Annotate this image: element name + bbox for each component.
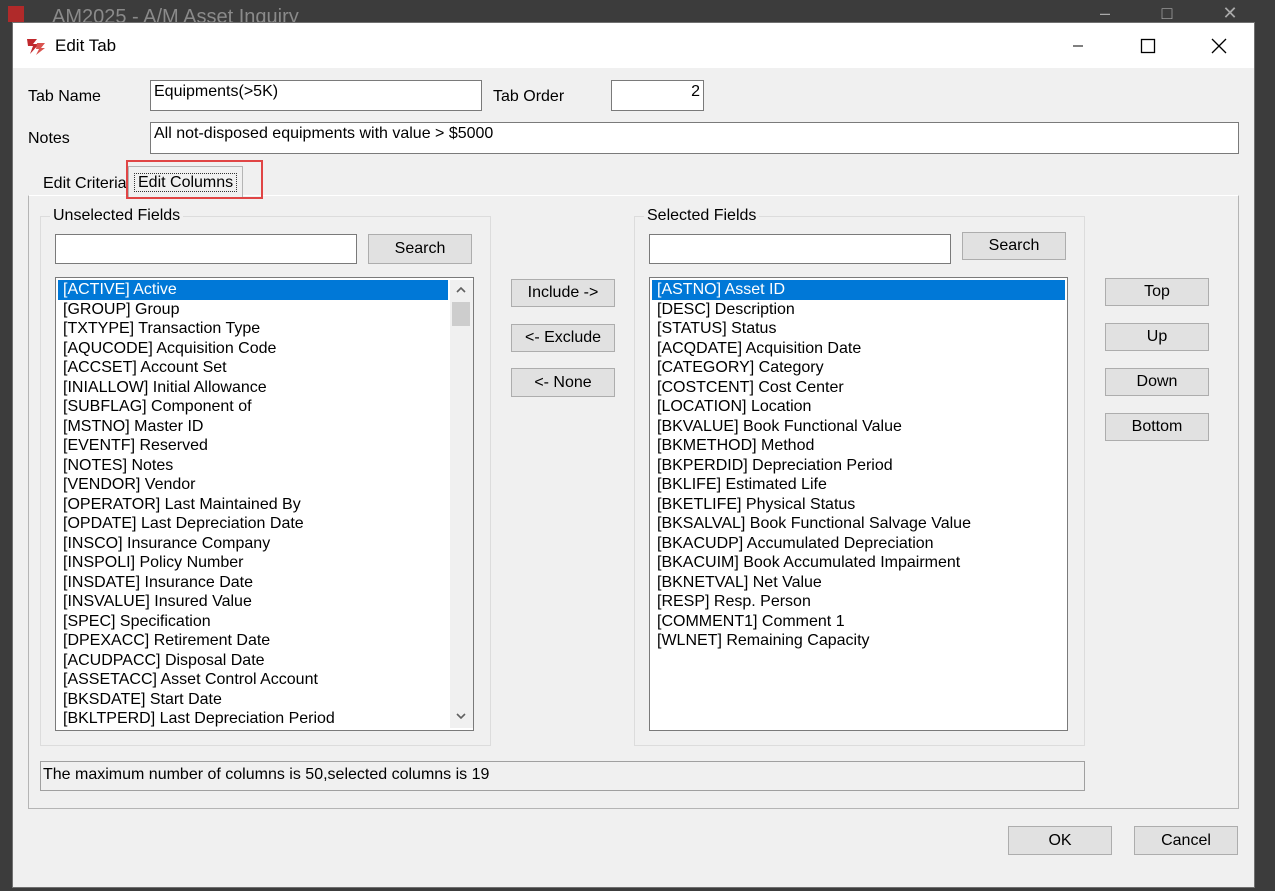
list-item[interactable]: [INSDATE] Insurance Date	[58, 573, 448, 593]
ok-button[interactable]: OK	[1008, 826, 1112, 855]
list-item[interactable]: [ACTIVE] Active	[58, 280, 448, 300]
app-icon	[26, 37, 46, 55]
unselected-scrollbar[interactable]	[450, 280, 473, 728]
list-item[interactable]: [BKSDATE] Start Date	[58, 690, 448, 710]
list-item[interactable]: [BKVALUE] Book Functional Value	[652, 417, 1065, 437]
unselected-search-input[interactable]	[55, 234, 357, 264]
down-button[interactable]: Down	[1105, 368, 1209, 396]
tab-order-label: Tab Order	[493, 88, 565, 105]
close-icon	[1211, 38, 1227, 53]
notes-field[interactable]: All not-disposed equipments with value >…	[150, 122, 1239, 154]
list-item[interactable]: [DPEXACC] Retirement Date	[58, 631, 448, 651]
selected-search-input[interactable]	[649, 234, 951, 264]
list-item[interactable]: [ASTNO] Asset ID	[652, 280, 1065, 300]
selected-search-button[interactable]: Search	[962, 232, 1066, 260]
list-item[interactable]: [SUBFLAG] Component of	[58, 397, 448, 417]
notes-label: Notes	[28, 130, 70, 147]
cancel-button[interactable]: Cancel	[1134, 826, 1238, 855]
list-item[interactable]: [BKPERDID] Depreciation Period	[652, 456, 1065, 476]
list-item[interactable]: [BKSALVAL] Book Functional Salvage Value	[652, 514, 1065, 534]
scroll-down-button[interactable]	[450, 706, 472, 726]
tab-name-field[interactable]: Equipments(>5K)	[150, 80, 482, 111]
exclude-button[interactable]: <- Exclude	[511, 324, 615, 352]
scroll-down-icon	[456, 713, 466, 719]
background-maximize-icon[interactable]: □	[1152, 4, 1182, 22]
list-item[interactable]: [RESP] Resp. Person	[652, 592, 1065, 612]
background-app-icon	[8, 6, 24, 22]
close-button[interactable]	[1196, 23, 1242, 68]
list-item[interactable]: [LOCATION] Location	[652, 397, 1065, 417]
list-item[interactable]: [ASSETACC] Asset Control Account	[58, 670, 448, 690]
unselected-fields-label: Unselected Fields	[50, 207, 184, 225]
maximize-button[interactable]	[1125, 23, 1171, 68]
list-item[interactable]: [OPDATE] Last Depreciation Date	[58, 514, 448, 534]
tab-order-field[interactable]: 2	[611, 80, 704, 111]
list-item[interactable]: [OPERATOR] Last Maintained By	[58, 495, 448, 515]
dialog-titlebar: Edit Tab	[13, 23, 1254, 68]
list-item[interactable]: [ACUDPACC] Disposal Date	[58, 651, 448, 671]
list-item[interactable]: [TXTYPE] Transaction Type	[58, 319, 448, 339]
list-item[interactable]: [ACCSET] Account Set	[58, 358, 448, 378]
background-minimize-icon[interactable]: –	[1090, 4, 1120, 22]
list-item[interactable]: [BKLTPERD] Last Depreciation Period	[58, 709, 448, 729]
list-item[interactable]: [ACQDATE] Acquisition Date	[652, 339, 1065, 359]
list-item[interactable]: [COSTCENT] Cost Center	[652, 378, 1065, 398]
edit-tab-dialog: Edit Tab Tab Name Equipments(>5K) Tab Or…	[12, 22, 1255, 888]
minimize-icon	[1073, 45, 1083, 46]
background-close-icon[interactable]: ✕	[1215, 4, 1245, 22]
list-item[interactable]: [BKACUDP] Accumulated Depreciation	[652, 534, 1065, 554]
list-item[interactable]: [VENDOR] Vendor	[58, 475, 448, 495]
list-item[interactable]: [GROUP] Group	[58, 300, 448, 320]
list-item[interactable]: [INSPOLI] Policy Number	[58, 553, 448, 573]
list-item[interactable]: [SPEC] Specification	[58, 612, 448, 632]
include-button[interactable]: Include ->	[511, 279, 615, 307]
selected-fields-label: Selected Fields	[644, 207, 760, 225]
highlight-box	[126, 160, 263, 199]
list-item[interactable]: [INSVALUE] Insured Value	[58, 592, 448, 612]
list-item[interactable]: [BKLIFE] Estimated Life	[652, 475, 1065, 495]
list-item[interactable]: [EVENTF] Reserved	[58, 436, 448, 456]
up-button[interactable]: Up	[1105, 323, 1209, 351]
top-button[interactable]: Top	[1105, 278, 1209, 306]
selected-fields-list[interactable]: [ASTNO] Asset ID [DESC] Description [STA…	[649, 277, 1068, 731]
list-item[interactable]: [COMMENT1] Comment 1	[652, 612, 1065, 632]
list-item[interactable]: [STATUS] Status	[652, 319, 1065, 339]
list-item[interactable]: [BKACUIM] Book Accumulated Impairment	[652, 553, 1065, 573]
list-item[interactable]: [MSTNO] Master ID	[58, 417, 448, 437]
list-item[interactable]: [BKMETHOD] Method	[652, 436, 1065, 456]
list-item[interactable]: [CATEGORY] Category	[652, 358, 1065, 378]
selected-items: [ASTNO] Asset ID [DESC] Description [STA…	[652, 280, 1065, 651]
background-window-titlebar: AM2025 - A/M Asset Inquiry – □ ✕	[0, 0, 1275, 28]
status-text: The maximum number of columns is 50,sele…	[40, 761, 1085, 791]
unselected-fields-list[interactable]: [ACTIVE] Active [GROUP] Group [TXTYPE] T…	[55, 277, 474, 731]
list-item[interactable]: [BKNETVAL] Net Value	[652, 573, 1065, 593]
dialog-title: Edit Tab	[55, 36, 117, 55]
unselected-search-button[interactable]: Search	[368, 234, 472, 264]
list-item[interactable]: [AQUCODE] Acquisition Code	[58, 339, 448, 359]
unselected-items: [ACTIVE] Active [GROUP] Group [TXTYPE] T…	[58, 280, 448, 729]
list-item[interactable]: [INIALLOW] Initial Allowance	[58, 378, 448, 398]
maximize-icon	[1140, 38, 1156, 53]
list-item[interactable]: [DESC] Description	[652, 300, 1065, 320]
scroll-up-icon	[456, 287, 466, 293]
minimize-button[interactable]	[1055, 23, 1101, 68]
bottom-button[interactable]: Bottom	[1105, 413, 1209, 441]
list-item[interactable]: [WLNET] Remaining Capacity	[652, 631, 1065, 651]
list-item[interactable]: [INSCO] Insurance Company	[58, 534, 448, 554]
tab-name-label: Tab Name	[28, 88, 101, 105]
list-item[interactable]: [NOTES] Notes	[58, 456, 448, 476]
tab-edit-criteria[interactable]: Edit Criteria	[37, 168, 133, 198]
scroll-up-button[interactable]	[450, 280, 472, 300]
scroll-thumb[interactable]	[452, 302, 470, 326]
list-item[interactable]: [BKETLIFE] Physical Status	[652, 495, 1065, 515]
none-button[interactable]: <- None	[511, 368, 615, 397]
